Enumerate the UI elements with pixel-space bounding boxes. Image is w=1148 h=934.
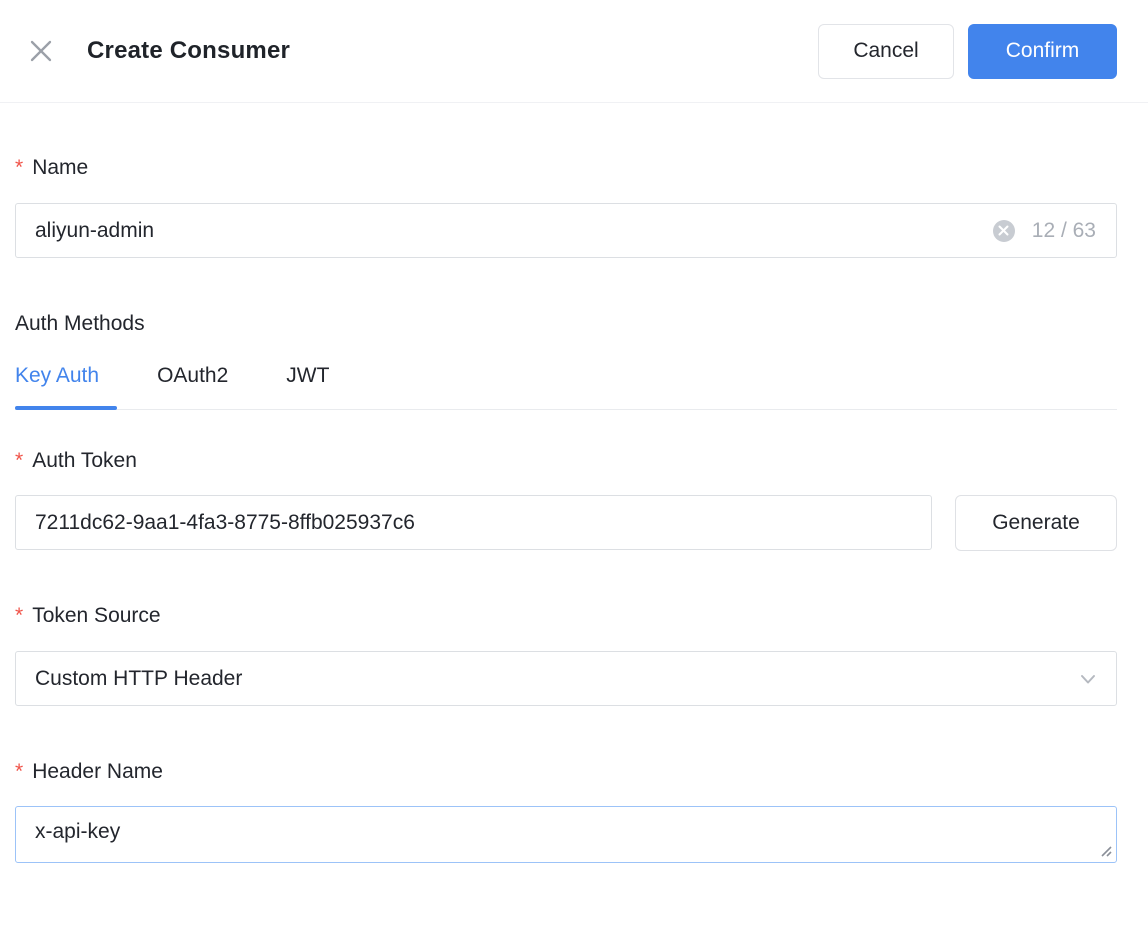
dialog-header: Create Consumer Cancel Confirm: [0, 0, 1148, 103]
auth-token-row: Generate: [15, 495, 1117, 551]
close-icon: [30, 40, 52, 62]
token-source-selected-value: Custom HTTP Header: [35, 666, 243, 690]
dialog-body: * Name 12 / 63 Auth Methods Key Auth OAu…: [0, 155, 1148, 863]
name-label-text: Name: [32, 156, 89, 179]
create-consumer-dialog: Create Consumer Cancel Confirm * Name 12…: [0, 0, 1148, 863]
auth-methods-label: Auth Methods: [15, 311, 1117, 337]
char-counter: 12 / 63: [1031, 218, 1096, 242]
auth-methods-label-text: Auth Methods: [15, 312, 145, 335]
required-asterisk: *: [15, 156, 24, 179]
close-button[interactable]: [28, 38, 54, 64]
name-input-box: 12 / 63: [15, 203, 1117, 258]
auth-token-input[interactable]: [35, 510, 911, 535]
auth-token-input-box: [15, 495, 932, 550]
required-asterisk: *: [15, 449, 24, 472]
generate-button[interactable]: Generate: [955, 495, 1117, 551]
auth-token-label: * Auth Token: [15, 448, 1117, 474]
tab-jwt[interactable]: JWT: [286, 362, 329, 409]
chevron-down-icon: [1081, 674, 1095, 683]
cancel-button[interactable]: Cancel: [818, 23, 954, 79]
header-name-textarea-wrap: x-api-key: [15, 806, 1117, 863]
clear-name-button[interactable]: [992, 219, 1015, 242]
auth-token-label-text: Auth Token: [32, 449, 137, 472]
tab-oauth2[interactable]: OAuth2: [157, 362, 228, 409]
page-title: Create Consumer: [87, 37, 291, 64]
name-label: * Name: [15, 155, 1117, 181]
circle-x-clear-icon: [998, 225, 1009, 236]
token-source-select[interactable]: Custom HTTP Header: [15, 651, 1117, 706]
auth-methods-tabs: Key Auth OAuth2 JWT: [15, 362, 1117, 410]
name-input[interactable]: [35, 218, 993, 243]
required-asterisk: *: [15, 760, 24, 783]
header-name-label-text: Header Name: [32, 760, 163, 783]
required-asterisk: *: [15, 604, 24, 627]
confirm-button[interactable]: Confirm: [968, 23, 1117, 79]
token-source-label-text: Token Source: [32, 604, 161, 627]
header-name-textarea[interactable]: x-api-key: [15, 806, 1117, 863]
token-source-label: * Token Source: [15, 603, 1117, 629]
header-name-label: * Header Name: [15, 759, 1117, 785]
tab-key-auth[interactable]: Key Auth: [15, 362, 118, 410]
